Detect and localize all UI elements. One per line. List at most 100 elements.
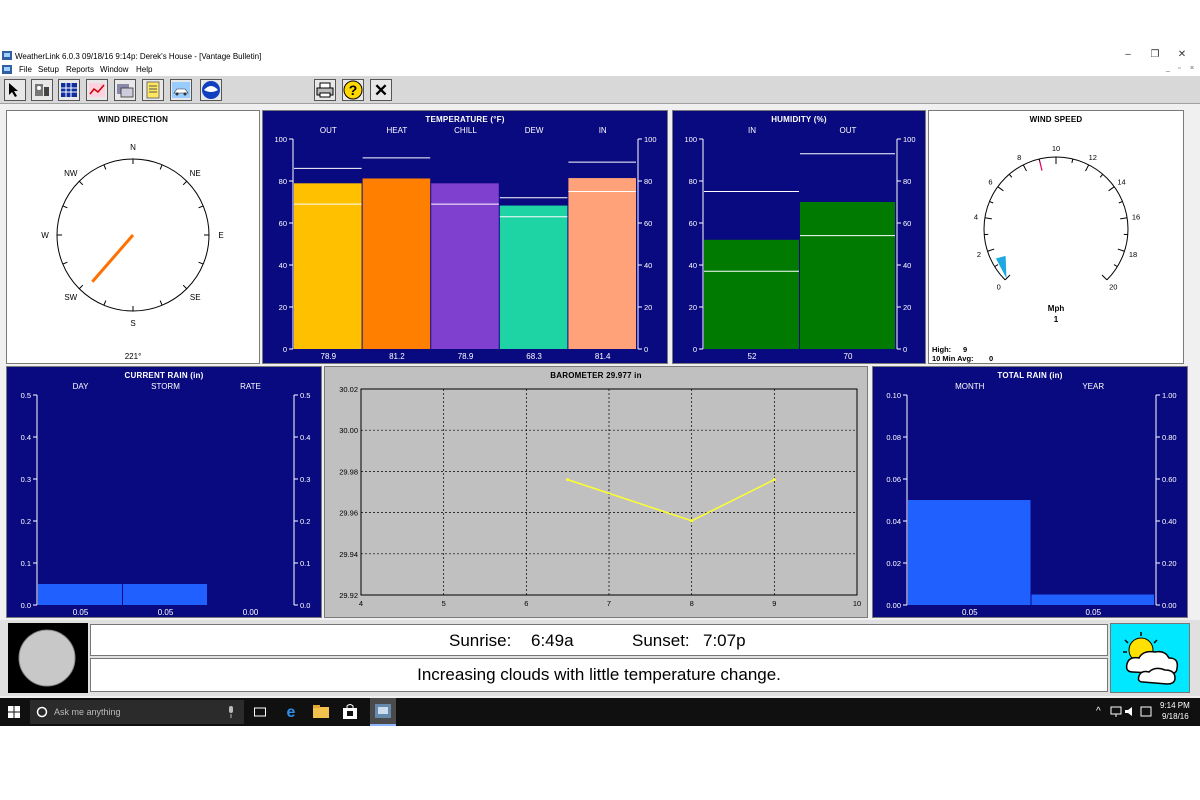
windows-start-icon[interactable] bbox=[8, 706, 20, 718]
compass-tick bbox=[78, 284, 84, 290]
left-tick-label: 80 bbox=[279, 177, 287, 186]
network-icon[interactable] bbox=[1110, 706, 1122, 717]
print-icon[interactable] bbox=[314, 79, 336, 101]
mdi-close-button[interactable]: × bbox=[1190, 65, 1194, 72]
notifications-icon[interactable] bbox=[1140, 706, 1152, 717]
gauge-label: 6 bbox=[988, 177, 992, 186]
gauge-label: 8 bbox=[1017, 153, 1021, 162]
station-icon[interactable] bbox=[31, 79, 53, 101]
bar-in bbox=[704, 239, 799, 349]
svg-text:e: e bbox=[287, 704, 296, 719]
current-rain-panel: CURRENT RAIN (in) 0.5 0.5 0.4 0.4 0.3 0.3 0.2 0… bbox=[6, 366, 322, 618]
document-icon bbox=[2, 65, 12, 74]
bar-label-year: YEAR bbox=[1082, 382, 1104, 391]
left-tick-label: 0.00 bbox=[886, 601, 901, 610]
volume-icon[interactable] bbox=[1124, 706, 1136, 717]
left-tick-label: 0 bbox=[693, 345, 697, 354]
compass-tick bbox=[103, 164, 107, 170]
minimize-button[interactable]: – bbox=[1118, 49, 1138, 60]
sunset-time: 7:07p bbox=[703, 631, 746, 650]
close-icon[interactable]: ✕ bbox=[370, 79, 392, 101]
notes-icon[interactable] bbox=[142, 79, 164, 101]
wind-direction-readout: 221° bbox=[125, 352, 142, 361]
sunrise-label: Sunrise: bbox=[449, 631, 512, 650]
left-tick-label: 80 bbox=[689, 177, 697, 186]
mdi-restore-button[interactable]: ▫ bbox=[1178, 65, 1180, 72]
left-tick-label: 100 bbox=[684, 135, 697, 144]
right-tick-label: 1.00 bbox=[1162, 391, 1177, 400]
bar-storm bbox=[123, 584, 207, 605]
gauge-tick bbox=[1118, 200, 1123, 204]
bar-value-day: 0.05 bbox=[73, 608, 89, 617]
y-tick-label: 30.00 bbox=[339, 426, 358, 435]
pointer-icon[interactable] bbox=[4, 79, 26, 101]
task-view-icon[interactable] bbox=[254, 706, 266, 718]
gauge-tick bbox=[987, 248, 995, 252]
menu-reports[interactable]: Reports bbox=[66, 65, 94, 74]
microphone-icon[interactable] bbox=[227, 706, 235, 718]
store-icon[interactable] bbox=[343, 704, 357, 719]
right-tick-label: 0.40 bbox=[1162, 517, 1177, 526]
humidity-panel: HUMIDITY (%) 100 100 80 80 60 60 40 40 20 20 0 0 IN 5… bbox=[672, 110, 926, 364]
download-icon[interactable] bbox=[114, 79, 136, 101]
gauge-tick bbox=[1008, 173, 1013, 178]
cortana-icon bbox=[36, 706, 48, 718]
bar-label-in: IN bbox=[599, 126, 607, 135]
y-tick-label: 30.02 bbox=[339, 385, 358, 394]
maximize-button[interactable]: ❐ bbox=[1145, 49, 1165, 60]
toolbar: ? ✕ bbox=[0, 76, 1200, 104]
gauge-tick bbox=[997, 186, 1004, 192]
menu-window[interactable]: Window bbox=[100, 65, 128, 74]
right-tick-label: 40 bbox=[903, 261, 911, 270]
edge-icon[interactable]: e bbox=[283, 703, 299, 719]
menu-help[interactable]: Help bbox=[136, 65, 152, 74]
tray-chevron-icon[interactable]: ^ bbox=[1096, 706, 1101, 717]
bar-dew bbox=[499, 205, 568, 349]
barometer-chart: 4 5 6 7 8 9 10 30.02 30.00 29.98 29.96 29.94 29.92 bbox=[339, 385, 861, 608]
left-tick-label: 0.4 bbox=[21, 433, 31, 442]
mdi-minimize-button[interactable]: _ bbox=[1166, 65, 1170, 72]
bar-out bbox=[800, 202, 895, 349]
bar-value-year: 0.05 bbox=[1085, 608, 1101, 617]
menu-file[interactable]: File bbox=[19, 65, 32, 74]
sun-times: Sunrise: 6:49a Sunset: 7:07p bbox=[90, 624, 1108, 656]
compass-tick bbox=[182, 180, 188, 186]
left-tick-label: 60 bbox=[279, 219, 287, 228]
left-tick-label: 0.10 bbox=[886, 391, 901, 400]
wind-avg-value: 0 bbox=[989, 354, 993, 363]
moon-icon bbox=[18, 629, 76, 687]
graph-icon[interactable] bbox=[86, 79, 108, 101]
wind-speed-panel: WIND SPEED Mph 1 High: 9 10 Min Avg: 0 0… bbox=[928, 110, 1184, 364]
bar-value-out: 70 bbox=[844, 352, 853, 361]
current-rain-chart: 0.5 0.5 0.4 0.4 0.3 0.3 0.2 0.2 0.1 0.1 0.0 0.0 DAY 0… bbox=[21, 382, 311, 617]
y-tick-label: 29.92 bbox=[339, 591, 358, 600]
left-tick-label: 0.5 bbox=[21, 391, 31, 400]
help-icon[interactable]: ? bbox=[342, 79, 364, 101]
bar-in bbox=[568, 178, 636, 349]
right-tick-label: 0.20 bbox=[1162, 559, 1177, 568]
gauge-tick bbox=[1117, 248, 1125, 252]
wind-high-value: 9 bbox=[963, 345, 967, 354]
bar-label-day: DAY bbox=[73, 382, 90, 391]
gauge-label: 18 bbox=[1129, 250, 1137, 259]
taskbar-time[interactable]: 9:14 PM bbox=[1160, 701, 1190, 710]
search-box[interactable]: Ask me anything bbox=[30, 700, 244, 724]
grid-icon[interactable] bbox=[58, 79, 80, 101]
left-tick-label: 0.3 bbox=[21, 475, 31, 484]
compass-label-w: W bbox=[41, 231, 49, 240]
compass-tick bbox=[62, 205, 68, 209]
close-window-button[interactable]: ✕ bbox=[1172, 49, 1192, 60]
left-tick-label: 0.2 bbox=[21, 517, 31, 526]
wind-direction-needle bbox=[91, 234, 135, 283]
menu-setup[interactable]: Setup bbox=[38, 65, 59, 74]
file-explorer-icon[interactable] bbox=[313, 705, 329, 718]
x-tick-label: 5 bbox=[442, 599, 446, 608]
bar-label-chill: CHILL bbox=[454, 126, 477, 135]
bar-value-chill: 78.9 bbox=[458, 352, 474, 361]
gauge-tick bbox=[994, 264, 999, 268]
car-icon[interactable] bbox=[170, 79, 192, 101]
right-tick-label: 60 bbox=[903, 219, 911, 228]
noaa-icon[interactable] bbox=[200, 79, 222, 101]
weatherlink-taskbar-button[interactable] bbox=[370, 698, 396, 726]
taskbar-date[interactable]: 9/18/16 bbox=[1162, 712, 1189, 721]
